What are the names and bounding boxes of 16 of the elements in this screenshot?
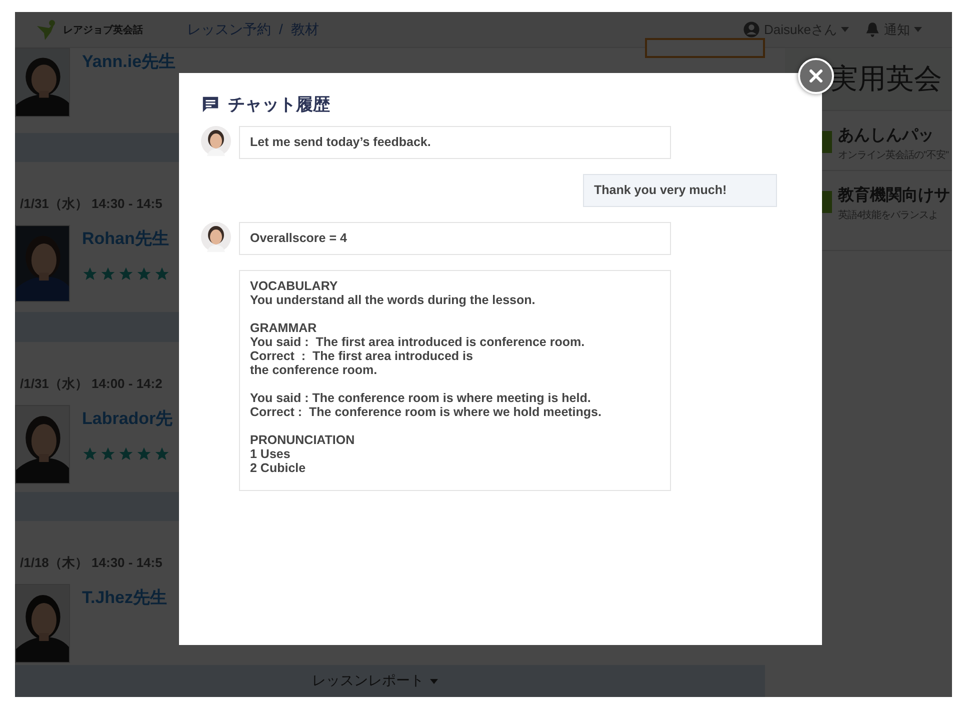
- promo-title: 教育機関向けサ: [838, 185, 950, 206]
- chat-message: Thank you very much!: [583, 174, 777, 207]
- avatar-icon: [201, 126, 231, 156]
- teacher-name[interactable]: Labrador先: [82, 407, 173, 430]
- nav-separator: /: [279, 20, 283, 38]
- chat-message: VOCABULARY You understand all the words during the lesson. GRAMMAR You said : The first area introduced is conference room. Correct : The first area introduced is the conference room. You said : The conference room is where meeting is held. Correct : The conference room is where we hold meetings. PRONUNCIATION 1 Uses 2 Cubicle: [239, 270, 671, 491]
- promo-title: あんしんパッ: [838, 126, 935, 146]
- chat-icon: [201, 94, 220, 114]
- chat-message: Let me send today’s feedback.: [239, 126, 671, 159]
- teacher-name[interactable]: Yann.ie先生: [82, 50, 176, 73]
- avatar-icon: [201, 222, 231, 252]
- teacher-name[interactable]: T.Jhez先生: [82, 586, 168, 609]
- teacher-name[interactable]: Rohan先生: [82, 227, 170, 250]
- close-icon: [809, 69, 823, 83]
- chat-message: Overallscore = 4: [239, 222, 671, 255]
- dialog-title: チャット履歴: [228, 94, 330, 116]
